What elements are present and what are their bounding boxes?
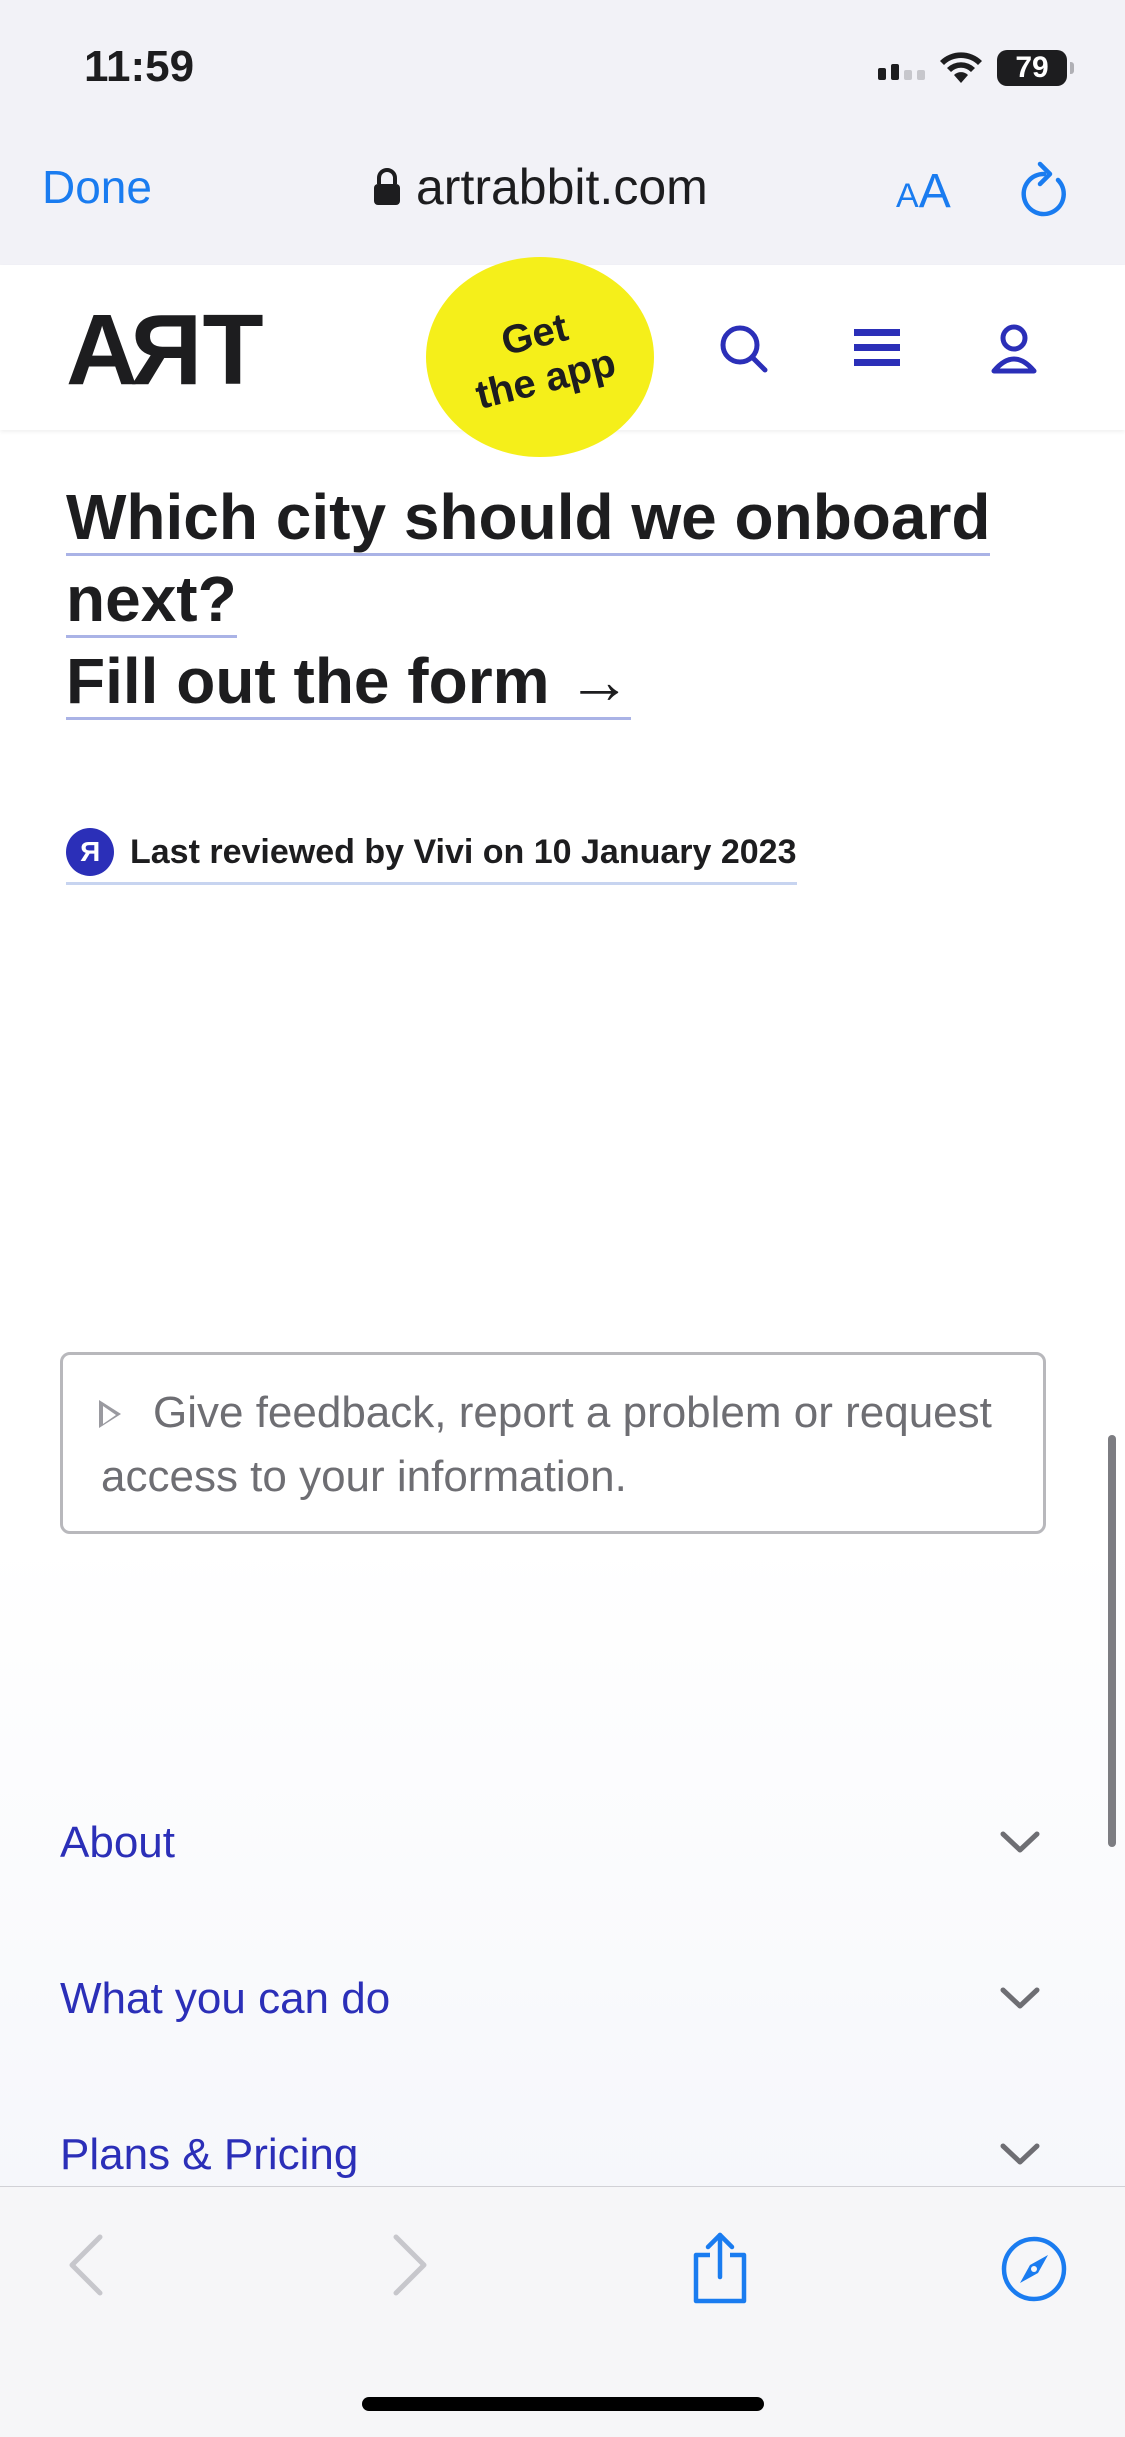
footer-item-label: What you can do — [60, 1974, 391, 2023]
last-reviewed-link[interactable]: R Last reviewed by Vivi on 10 January 20… — [66, 828, 797, 885]
user-icon[interactable] — [990, 323, 1038, 375]
feedback-disclosure[interactable]: Give feedback, report a problem or reque… — [60, 1352, 1046, 1534]
footer-item-label: Plans & Pricing — [60, 2130, 359, 2179]
footer-item-plans-pricing[interactable]: Plans & Pricing — [60, 2130, 1040, 2180]
last-reviewed-text: Last reviewed by Vivi on 10 January 2023 — [130, 832, 797, 871]
menu-icon[interactable] — [852, 323, 902, 373]
disclosure-triangle-icon — [99, 1400, 123, 1429]
forward-arrow-icon[interactable] — [390, 2233, 430, 2297]
home-indicator[interactable] — [362, 2397, 764, 2411]
fill-form-link[interactable]: Fill out the form → — [66, 645, 632, 720]
share-icon[interactable] — [688, 2231, 752, 2305]
page-scrollbar[interactable] — [1108, 1435, 1116, 1847]
footer-item-label: About — [60, 1818, 175, 1867]
lock-icon — [374, 168, 400, 205]
text-size-button[interactable]: AA — [896, 164, 951, 219]
artrabbit-badge-icon: R — [66, 828, 114, 876]
search-icon[interactable] — [718, 323, 770, 375]
get-the-app-badge[interactable]: Get the app — [426, 257, 654, 457]
footer-item-about[interactable]: About — [60, 1818, 1040, 1868]
status-icons: 79 — [878, 48, 1074, 88]
chevron-down-icon — [1000, 2143, 1040, 2165]
chevron-down-icon — [1000, 1831, 1040, 1853]
footer-item-what-you-can-do[interactable]: What you can do — [60, 1974, 1040, 2024]
address-bar[interactable]: artrabbit.com — [372, 158, 708, 216]
site-header: ART Get the app — [0, 257, 1125, 457]
status-time: 11:59 — [84, 42, 195, 91]
headline-link[interactable]: Which city should we onboard next? — [66, 481, 991, 638]
cellular-signal-icon — [878, 56, 925, 80]
wifi-icon — [940, 52, 982, 83]
chevron-down-icon — [1000, 1987, 1040, 2009]
battery-icon: 79 — [997, 50, 1074, 86]
status-bar: 11:59 79 — [0, 0, 1125, 130]
url-text: artrabbit.com — [416, 159, 708, 215]
back-arrow-icon[interactable] — [66, 2233, 106, 2297]
feedback-text: Give feedback, report a problem or reque… — [101, 1388, 992, 1501]
battery-level: 79 — [1015, 51, 1049, 84]
compass-icon[interactable] — [1000, 2235, 1068, 2303]
browser-url-bar: Done artrabbit.com AA — [0, 130, 1125, 266]
onboard-city-headline[interactable]: Which city should we onboard next? Fill … — [66, 476, 1026, 722]
artrabbit-logo[interactable]: ART — [66, 293, 264, 408]
done-button[interactable]: Done — [42, 160, 152, 214]
reload-icon[interactable] — [1016, 160, 1072, 220]
